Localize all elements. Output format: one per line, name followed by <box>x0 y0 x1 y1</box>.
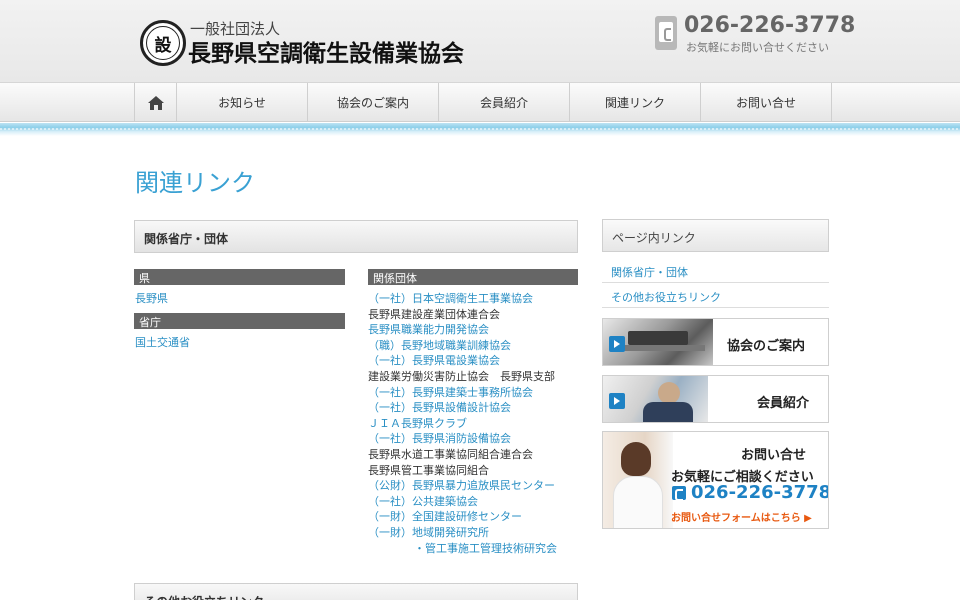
nav-home-button[interactable] <box>135 83 177 122</box>
banner-association-info[interactable]: 協会のご案内 <box>602 318 829 366</box>
nav-item-about[interactable]: 協会のご案内 <box>308 83 439 122</box>
organization-link[interactable]: （一社）長野県設備設計協会 <box>368 399 511 415</box>
organization-text: 建設業労働災害防止協会 長野県支部 <box>368 370 555 383</box>
link-nagano-prefecture[interactable]: 長野県 <box>135 290 168 306</box>
category-organizations-head: 関係団体 <box>368 269 578 285</box>
banner-contact[interactable]: お問い合せ お気軽にご相談ください 026-226-3778 お問い合せフォーム… <box>602 431 829 529</box>
organization-text: 長野県管工事業協同組合 <box>368 463 489 477</box>
operator-photo <box>603 432 673 528</box>
association-logo[interactable]: 設 <box>140 20 186 66</box>
banner-members-label: 会員紹介 <box>757 396 810 411</box>
sidebar-link-useful[interactable]: その他お役立ちリンク <box>602 283 829 308</box>
organization-link[interactable]: （職）長野地域職業訓練協会 <box>368 337 511 353</box>
sidebar-page-links-head: ページ内リンク <box>602 219 829 252</box>
phone-icon <box>655 16 677 50</box>
category-prefecture-head: 県 <box>134 269 345 285</box>
main-nav-items: お知らせ 協会のご案内 会員紹介 関連リンク お問い合せ <box>134 83 832 122</box>
nav-item-links[interactable]: 関連リンク <box>570 83 701 122</box>
category-ministry-head: 省庁 <box>134 313 345 329</box>
arrow-right-icon <box>609 336 625 352</box>
organization-link[interactable]: （公財）長野県暴力追放県民センター <box>368 477 555 493</box>
organization-link[interactable]: （一社）長野県消防設備協会 <box>368 430 511 446</box>
header-phone-note: お気軽にお問い合せください <box>686 41 829 54</box>
section-header-agencies: 関係省庁・団体 <box>134 220 578 253</box>
organization-link[interactable]: （一社）長野県電設業協会 <box>368 352 500 368</box>
nav-item-contact[interactable]: お問い合せ <box>701 83 832 122</box>
header-phone-number: 026-226-3778 <box>684 13 856 38</box>
banner-contact-form-link[interactable]: お問い合せフォームはこちら ▶ <box>671 509 812 524</box>
sidebar-link-agencies[interactable]: 関係省庁・団体 <box>602 258 829 283</box>
nav-item-news[interactable]: お知らせ <box>177 83 308 122</box>
banner-association-label: 協会のご案内 <box>727 339 806 354</box>
home-icon <box>147 95 164 110</box>
banner-contact-phone: 026-226-3778 <box>691 482 829 503</box>
arrow-right-icon <box>609 393 625 409</box>
phone-icon <box>672 486 686 501</box>
organization-text: 長野県建設産業団体連合会 <box>368 307 500 321</box>
organization-link[interactable]: ・管工事施工管理技術研究会 <box>414 540 557 556</box>
site-header: 設 一般社団法人 長野県空調衛生設備業協会 026-226-3778 お気軽にお… <box>0 0 960 82</box>
nav-decorative-stripe <box>0 123 960 136</box>
organization-link[interactable]: （一財）全国建設研修センター <box>368 508 522 524</box>
organization-link[interactable]: （一社）日本空調衛生工事業協会 <box>368 290 533 306</box>
organization-link[interactable]: ＪＩＡ長野県クラブ <box>368 415 467 431</box>
organization-text: 長野県水道工事業協同組合連合会 <box>368 448 533 461</box>
section-header-useful-links: その他お役立ちリンク <box>134 583 578 600</box>
organization-link[interactable]: 長野県職業能力開発協会 <box>368 321 489 337</box>
organization-link[interactable]: （一社）公共建築協会 <box>368 493 478 509</box>
nav-item-members[interactable]: 会員紹介 <box>439 83 570 122</box>
page-title: 関連リンク <box>135 169 255 197</box>
main-nav: お知らせ 協会のご案内 会員紹介 関連リンク お問い合せ <box>0 82 960 122</box>
banner-contact-title: お問い合せ <box>741 448 807 463</box>
link-mlit[interactable]: 国土交通省 <box>135 334 190 350</box>
organization-link[interactable]: （一社）長野県建築士事務所協会 <box>368 384 533 400</box>
banner-members[interactable]: 会員紹介 <box>602 375 829 423</box>
organization-link[interactable]: （一財）地域開発研究所 <box>368 524 489 540</box>
org-name[interactable]: 長野県空調衛生設備業協会 <box>188 34 464 68</box>
